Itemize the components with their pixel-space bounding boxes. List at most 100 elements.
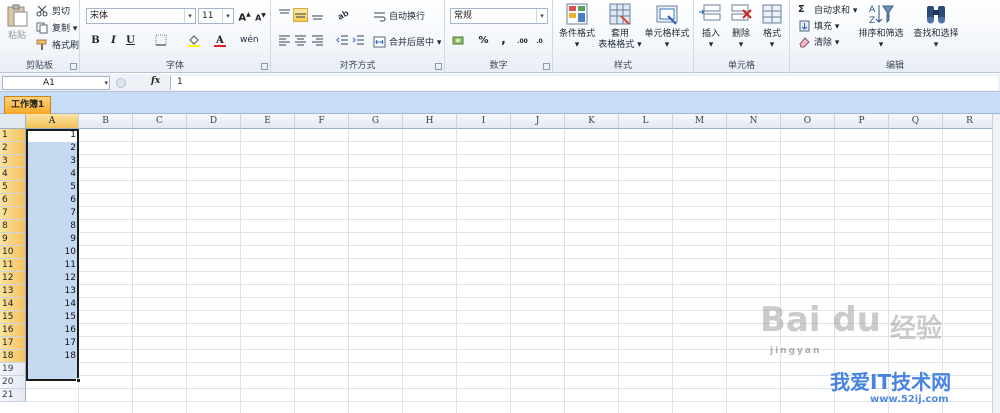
row-header-11[interactable]: 11 [0, 259, 26, 272]
clear-button[interactable]: 清除 ▾ [798, 35, 839, 48]
bold-button[interactable]: B [88, 34, 103, 48]
autosum-button[interactable]: Σ 自动求和 ▾ [798, 3, 857, 17]
name-box[interactable]: A1 ▾ [2, 76, 110, 90]
formula-input[interactable]: 1 [170, 76, 998, 90]
row-header-6[interactable]: 6 [0, 194, 26, 207]
cell-a9[interactable]: 9 [27, 233, 79, 245]
cell-a7[interactable]: 7 [27, 207, 79, 219]
cell-a14[interactable]: 14 [27, 298, 79, 310]
cell-a13[interactable]: 13 [27, 285, 79, 297]
column-header-j[interactable]: J [511, 114, 565, 129]
cell-a2[interactable]: 2 [27, 142, 79, 154]
copy-button[interactable]: 复制 ▾ [36, 21, 77, 34]
row-header-18[interactable]: 18 [0, 350, 26, 363]
column-header-e[interactable]: E [241, 114, 295, 129]
cell-a8[interactable]: 8 [27, 220, 79, 232]
orientation-button[interactable]: ab [335, 8, 350, 22]
cell-a4[interactable]: 4 [27, 168, 79, 180]
row-header-12[interactable]: 12 [0, 272, 26, 285]
row-header-17[interactable]: 17 [0, 337, 26, 350]
accounting-format-button[interactable] [451, 34, 466, 48]
shrink-font-button[interactable]: A▼ [253, 9, 268, 23]
row-header-10[interactable]: 10 [0, 246, 26, 259]
cell-a1[interactable]: 1 [27, 129, 79, 141]
column-header-o[interactable]: O [781, 114, 835, 129]
column-header-p[interactable]: P [835, 114, 889, 129]
decrease-indent-button[interactable] [335, 34, 350, 48]
row-header-4[interactable]: 4 [0, 168, 26, 181]
column-header-n[interactable]: N [727, 114, 781, 129]
grow-font-button[interactable]: A▲ [237, 8, 252, 23]
align-middle-button[interactable] [293, 8, 308, 22]
cell-a17[interactable]: 17 [27, 337, 79, 349]
increase-indent-button[interactable] [351, 34, 366, 48]
column-header-r[interactable]: R [943, 114, 997, 129]
format-as-table-button[interactable]: 套用 表格格式 ▾ [597, 2, 643, 51]
row-header-16[interactable]: 16 [0, 324, 26, 337]
conditional-formatting-button[interactable]: 条件格式 ▾ [556, 2, 598, 51]
column-header-i[interactable]: I [457, 114, 511, 129]
row-header-14[interactable]: 14 [0, 298, 26, 311]
fill-button[interactable]: 填充 ▾ [798, 19, 839, 32]
insert-cells-button[interactable]: 插入 ▾ [696, 2, 726, 51]
format-cells-button[interactable]: 格式 ▾ [757, 2, 787, 51]
cell-a12[interactable]: 12 [27, 272, 79, 284]
percent-button[interactable]: % [476, 34, 491, 48]
cell-a16[interactable]: 16 [27, 324, 79, 336]
column-header-a[interactable]: A [26, 114, 79, 129]
column-header-h[interactable]: H [403, 114, 457, 129]
cell-a18[interactable]: 18 [27, 350, 79, 362]
row-header-13[interactable]: 13 [0, 285, 26, 298]
row-header-5[interactable]: 5 [0, 181, 26, 194]
row-header-21[interactable]: 21 [0, 389, 26, 402]
cell-styles-button[interactable]: 单元格样式 ▾ [641, 2, 693, 51]
column-header-c[interactable]: C [133, 114, 187, 129]
cell-a6[interactable]: 6 [27, 194, 79, 206]
clipboard-launcher-icon[interactable] [70, 63, 77, 70]
increase-decimal-button[interactable]: .00 [514, 35, 531, 49]
row-header-8[interactable]: 8 [0, 220, 26, 233]
cell-a5[interactable]: 5 [27, 181, 79, 193]
number-format-select[interactable]: 常规 ▾ [450, 8, 548, 24]
fill-handle[interactable] [76, 378, 81, 383]
row-header-15[interactable]: 15 [0, 311, 26, 324]
row-header-19[interactable]: 19 [0, 363, 26, 376]
underline-button[interactable]: U [123, 34, 138, 48]
number-launcher-icon[interactable] [543, 63, 550, 70]
row-header-2[interactable]: 2 [0, 142, 26, 155]
align-top-button[interactable] [277, 8, 292, 22]
paste-button[interactable]: 粘贴 [2, 4, 32, 42]
delete-cells-button[interactable]: 删除 ▾ [726, 2, 756, 51]
column-header-b[interactable]: B [79, 114, 133, 129]
sort-filter-button[interactable]: AZ 排序和筛选 ▾ [856, 2, 906, 51]
column-header-d[interactable]: D [187, 114, 241, 129]
column-header-k[interactable]: K [565, 114, 619, 129]
align-right-button[interactable] [310, 34, 325, 48]
row-header-7[interactable]: 7 [0, 207, 26, 220]
font-color-button[interactable]: A [212, 34, 227, 48]
insert-function-button[interactable]: fx [151, 76, 160, 86]
decrease-decimal-button[interactable]: .0 [531, 35, 548, 49]
cell-a11[interactable]: 11 [27, 259, 79, 271]
align-bottom-button[interactable] [310, 8, 325, 22]
find-select-button[interactable]: 查找和选择 ▾ [908, 2, 964, 51]
borders-button[interactable] [154, 34, 169, 48]
format-painter-button[interactable]: 格式刷 [36, 38, 79, 51]
select-all-corner[interactable] [0, 114, 26, 129]
row-header-1[interactable]: 1 [0, 129, 26, 142]
cell-a10[interactable]: 10 [27, 246, 79, 258]
row-header-20[interactable]: 20 [0, 376, 26, 389]
column-header-f[interactable]: F [295, 114, 349, 129]
column-header-m[interactable]: M [673, 114, 727, 129]
font-launcher-icon[interactable] [261, 63, 268, 70]
column-header-q[interactable]: Q [889, 114, 943, 129]
alignment-launcher-icon[interactable] [435, 63, 442, 70]
comma-button[interactable]: , [496, 32, 511, 46]
fill-color-button[interactable] [186, 34, 201, 48]
wrap-text-button[interactable]: 自动换行 [373, 9, 425, 22]
align-center-button[interactable] [293, 34, 308, 48]
cell-a15[interactable]: 15 [27, 311, 79, 323]
align-left-button[interactable] [277, 34, 292, 48]
workbook-tab[interactable]: 工作簿1 [4, 96, 52, 114]
row-header-9[interactable]: 9 [0, 233, 26, 246]
